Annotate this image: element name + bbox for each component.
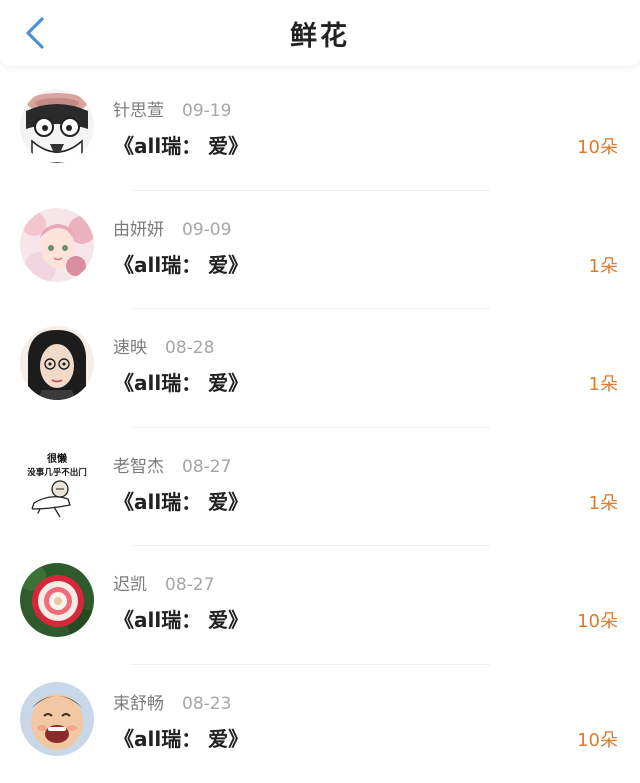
list-item[interactable]: 针思萱 09-19 《all瑞： 爱》 10朵: [0, 72, 640, 191]
avatar[interactable]: [20, 682, 94, 756]
flower-quantity: 10朵: [577, 607, 618, 633]
avatar[interactable]: 很懒 没事几乎不出门: [20, 445, 94, 519]
avatar[interactable]: [20, 563, 94, 637]
flower-record-list: 针思萱09-19 《all瑞： 爱》 10朵 由妍妍09-09 《all瑞：: [0, 72, 640, 783]
list-item[interactable]: 束舒畅 08-23 《all瑞： 爱》 10朵: [0, 665, 640, 783]
user-name[interactable]: 速映: [113, 338, 147, 358]
gift-date: 08-28: [165, 338, 214, 358]
gift-title: 《all瑞： 爱》: [114, 367, 248, 396]
user-name[interactable]: 迟凯: [113, 575, 147, 595]
user-name[interactable]: 束舒畅: [113, 694, 164, 714]
user-name[interactable]: 老智杰: [113, 457, 164, 477]
gift-title: 《all瑞： 爱》: [114, 130, 248, 159]
avatar-caption-line1: 很懒: [46, 452, 67, 465]
list-item[interactable]: 速映 08-28 《all瑞： 爱》 1朵: [0, 309, 640, 428]
flower-quantity: 1朵: [589, 252, 618, 278]
avatar[interactable]: [20, 208, 94, 282]
page-title: 鲜花: [0, 14, 640, 53]
gift-date: 08-23: [182, 694, 231, 714]
gift-title: 《all瑞： 爱》: [114, 723, 248, 752]
avatar-caption-line2: 没事几乎不出门: [27, 467, 87, 478]
user-name[interactable]: 由妍妍: [113, 220, 164, 240]
flower-quantity: 1朵: [589, 370, 618, 396]
list-item[interactable]: 很懒 没事几乎不出门 老智杰 08-27 《all瑞： 爱》 1朵: [0, 428, 640, 547]
gift-title: 《all瑞： 爱》: [114, 249, 248, 278]
user-name[interactable]: 针思萱: [113, 101, 164, 121]
gift-date: 09-19: [182, 101, 231, 121]
gift-date: 09-09: [182, 220, 231, 240]
list-item[interactable]: 迟凯 08-27 《all瑞： 爱》 10朵: [0, 546, 640, 665]
gift-date: 08-27: [165, 575, 214, 595]
gift-title: 《all瑞： 爱》: [114, 486, 248, 515]
flower-quantity: 10朵: [577, 726, 618, 752]
list-item[interactable]: 由妍妍 09-09 《all瑞： 爱》 1朵: [0, 191, 640, 310]
gift-title: 《all瑞： 爱》: [114, 604, 248, 633]
gift-date: 08-27: [182, 457, 231, 477]
top-bar: 鲜花: [0, 0, 640, 66]
avatar[interactable]: [20, 326, 94, 400]
flower-quantity: 10朵: [577, 133, 618, 159]
flower-quantity: 1朵: [589, 489, 618, 515]
avatar[interactable]: [20, 89, 94, 163]
